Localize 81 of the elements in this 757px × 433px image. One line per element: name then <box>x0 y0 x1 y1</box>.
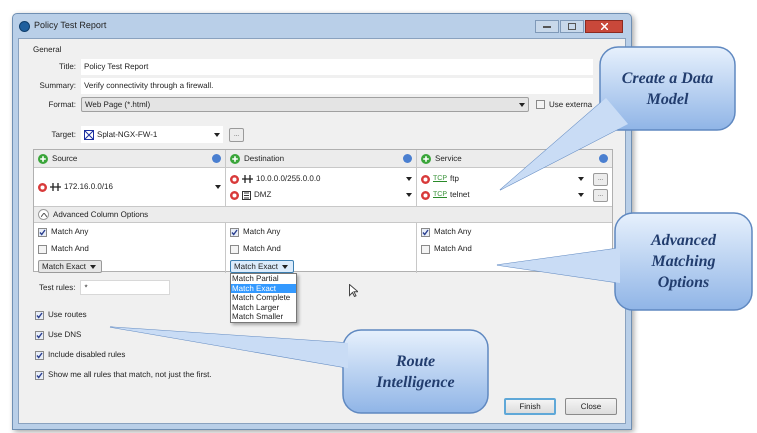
network-icon <box>242 175 253 183</box>
checkbox-label: Use externa <box>549 98 592 110</box>
caret-icon <box>282 264 288 268</box>
minimize-button[interactable] <box>535 20 559 32</box>
text-field[interactable]: * <box>80 280 170 295</box>
caret-icon <box>90 264 96 268</box>
checkbox[interactable] <box>35 350 44 360</box>
item-text: ftp <box>450 173 460 185</box>
checkbox-label: Use routes <box>48 309 87 321</box>
collapse-toggle[interactable] <box>38 209 49 220</box>
network-icon <box>50 183 61 191</box>
checkbox-label: Match Any <box>51 226 88 238</box>
maximize-icon <box>568 22 576 30</box>
checkbox[interactable] <box>38 228 47 236</box>
add-icon[interactable] <box>38 154 48 164</box>
caret-icon <box>214 132 220 136</box>
close-button[interactable] <box>585 20 623 32</box>
building-icon <box>242 190 251 200</box>
field-label: Target: <box>50 128 77 140</box>
checkbox[interactable] <box>35 310 44 320</box>
checkbox[interactable] <box>421 244 430 254</box>
checkbox[interactable] <box>38 244 47 254</box>
item-text: 172.16.0.0/16 <box>64 181 114 193</box>
remove-icon[interactable] <box>38 182 47 192</box>
group-heading: General <box>33 44 62 56</box>
callout-text: Create a Data Model <box>622 68 714 110</box>
checkbox[interactable] <box>230 228 239 236</box>
checkbox-label: Include disabled rules <box>48 349 126 361</box>
caret-icon <box>406 193 412 197</box>
checkbox[interactable] <box>35 370 44 380</box>
column-header: Source <box>52 152 78 164</box>
section-label: Advanced Column Options <box>53 208 148 220</box>
checkbox-label: Match And <box>434 243 472 255</box>
dropdown-option[interactable]: Match Partial <box>231 274 296 284</box>
checkbox-label: Show me all rules that match, not just the first. <box>48 369 212 381</box>
caret-icon <box>406 177 412 181</box>
field-label: Format: <box>47 98 77 110</box>
field-label: Test rules: <box>39 282 76 294</box>
checkbox-label: Match Any <box>434 226 472 238</box>
checkbox[interactable] <box>35 330 44 340</box>
minimize-icon <box>543 24 551 28</box>
checkbox-label: Use DNS <box>48 329 82 341</box>
item-text: telnet <box>450 189 471 201</box>
callout-text: Route Intelligence <box>375 352 456 392</box>
dropdown[interactable]: Match Exact <box>38 260 102 273</box>
item-text: 10.0.0.0/255.0.0.0 <box>256 173 322 185</box>
callout-text: Advanced Matching Options <box>649 231 718 293</box>
checkbox[interactable] <box>230 244 239 254</box>
text-field[interactable]: Verify connectivity through a firewall. <box>81 78 593 94</box>
field-label: Title: <box>58 61 77 73</box>
caret-icon <box>578 177 584 181</box>
checkbox-label: Match And <box>243 243 281 255</box>
item-text: DMZ <box>254 189 272 201</box>
add-icon[interactable] <box>230 154 240 164</box>
dropdown-option[interactable]: Match Smaller <box>231 312 296 322</box>
format-dropdown[interactable]: Web Page (*.html) <box>81 97 529 112</box>
dialog-button[interactable]: Close <box>565 398 617 415</box>
field-label: Summary: <box>38 80 77 92</box>
column-header: Destination <box>244 152 286 164</box>
window-title: Policy Test Report <box>34 19 106 32</box>
close-icon <box>600 22 608 30</box>
text-field[interactable]: Policy Test Report <box>81 59 593 75</box>
maximize-button[interactable] <box>560 20 584 32</box>
add-icon[interactable] <box>421 154 431 164</box>
app-icon <box>19 20 30 32</box>
checkbox-label: Match And <box>51 243 89 255</box>
dialog-button[interactable]: Finish <box>504 398 556 415</box>
dropdown-option[interactable]: Match Larger <box>231 302 296 312</box>
chevron-icon <box>40 212 46 216</box>
dropdown[interactable]: Match Exact <box>230 260 294 273</box>
firewall-icon <box>84 130 94 140</box>
checkbox[interactable] <box>421 228 430 236</box>
caret-icon <box>215 185 221 189</box>
caret-icon <box>519 102 525 106</box>
checkbox-label: Match Any <box>243 226 280 238</box>
target-dropdown[interactable]: Splat-NGX-FW-1 <box>81 126 223 143</box>
checkbox[interactable] <box>536 100 545 109</box>
caret-icon <box>578 193 584 197</box>
cursor-icon <box>349 284 358 297</box>
dropdown-option[interactable]: Match Complete <box>231 293 296 302</box>
column-header: Service <box>435 152 463 164</box>
